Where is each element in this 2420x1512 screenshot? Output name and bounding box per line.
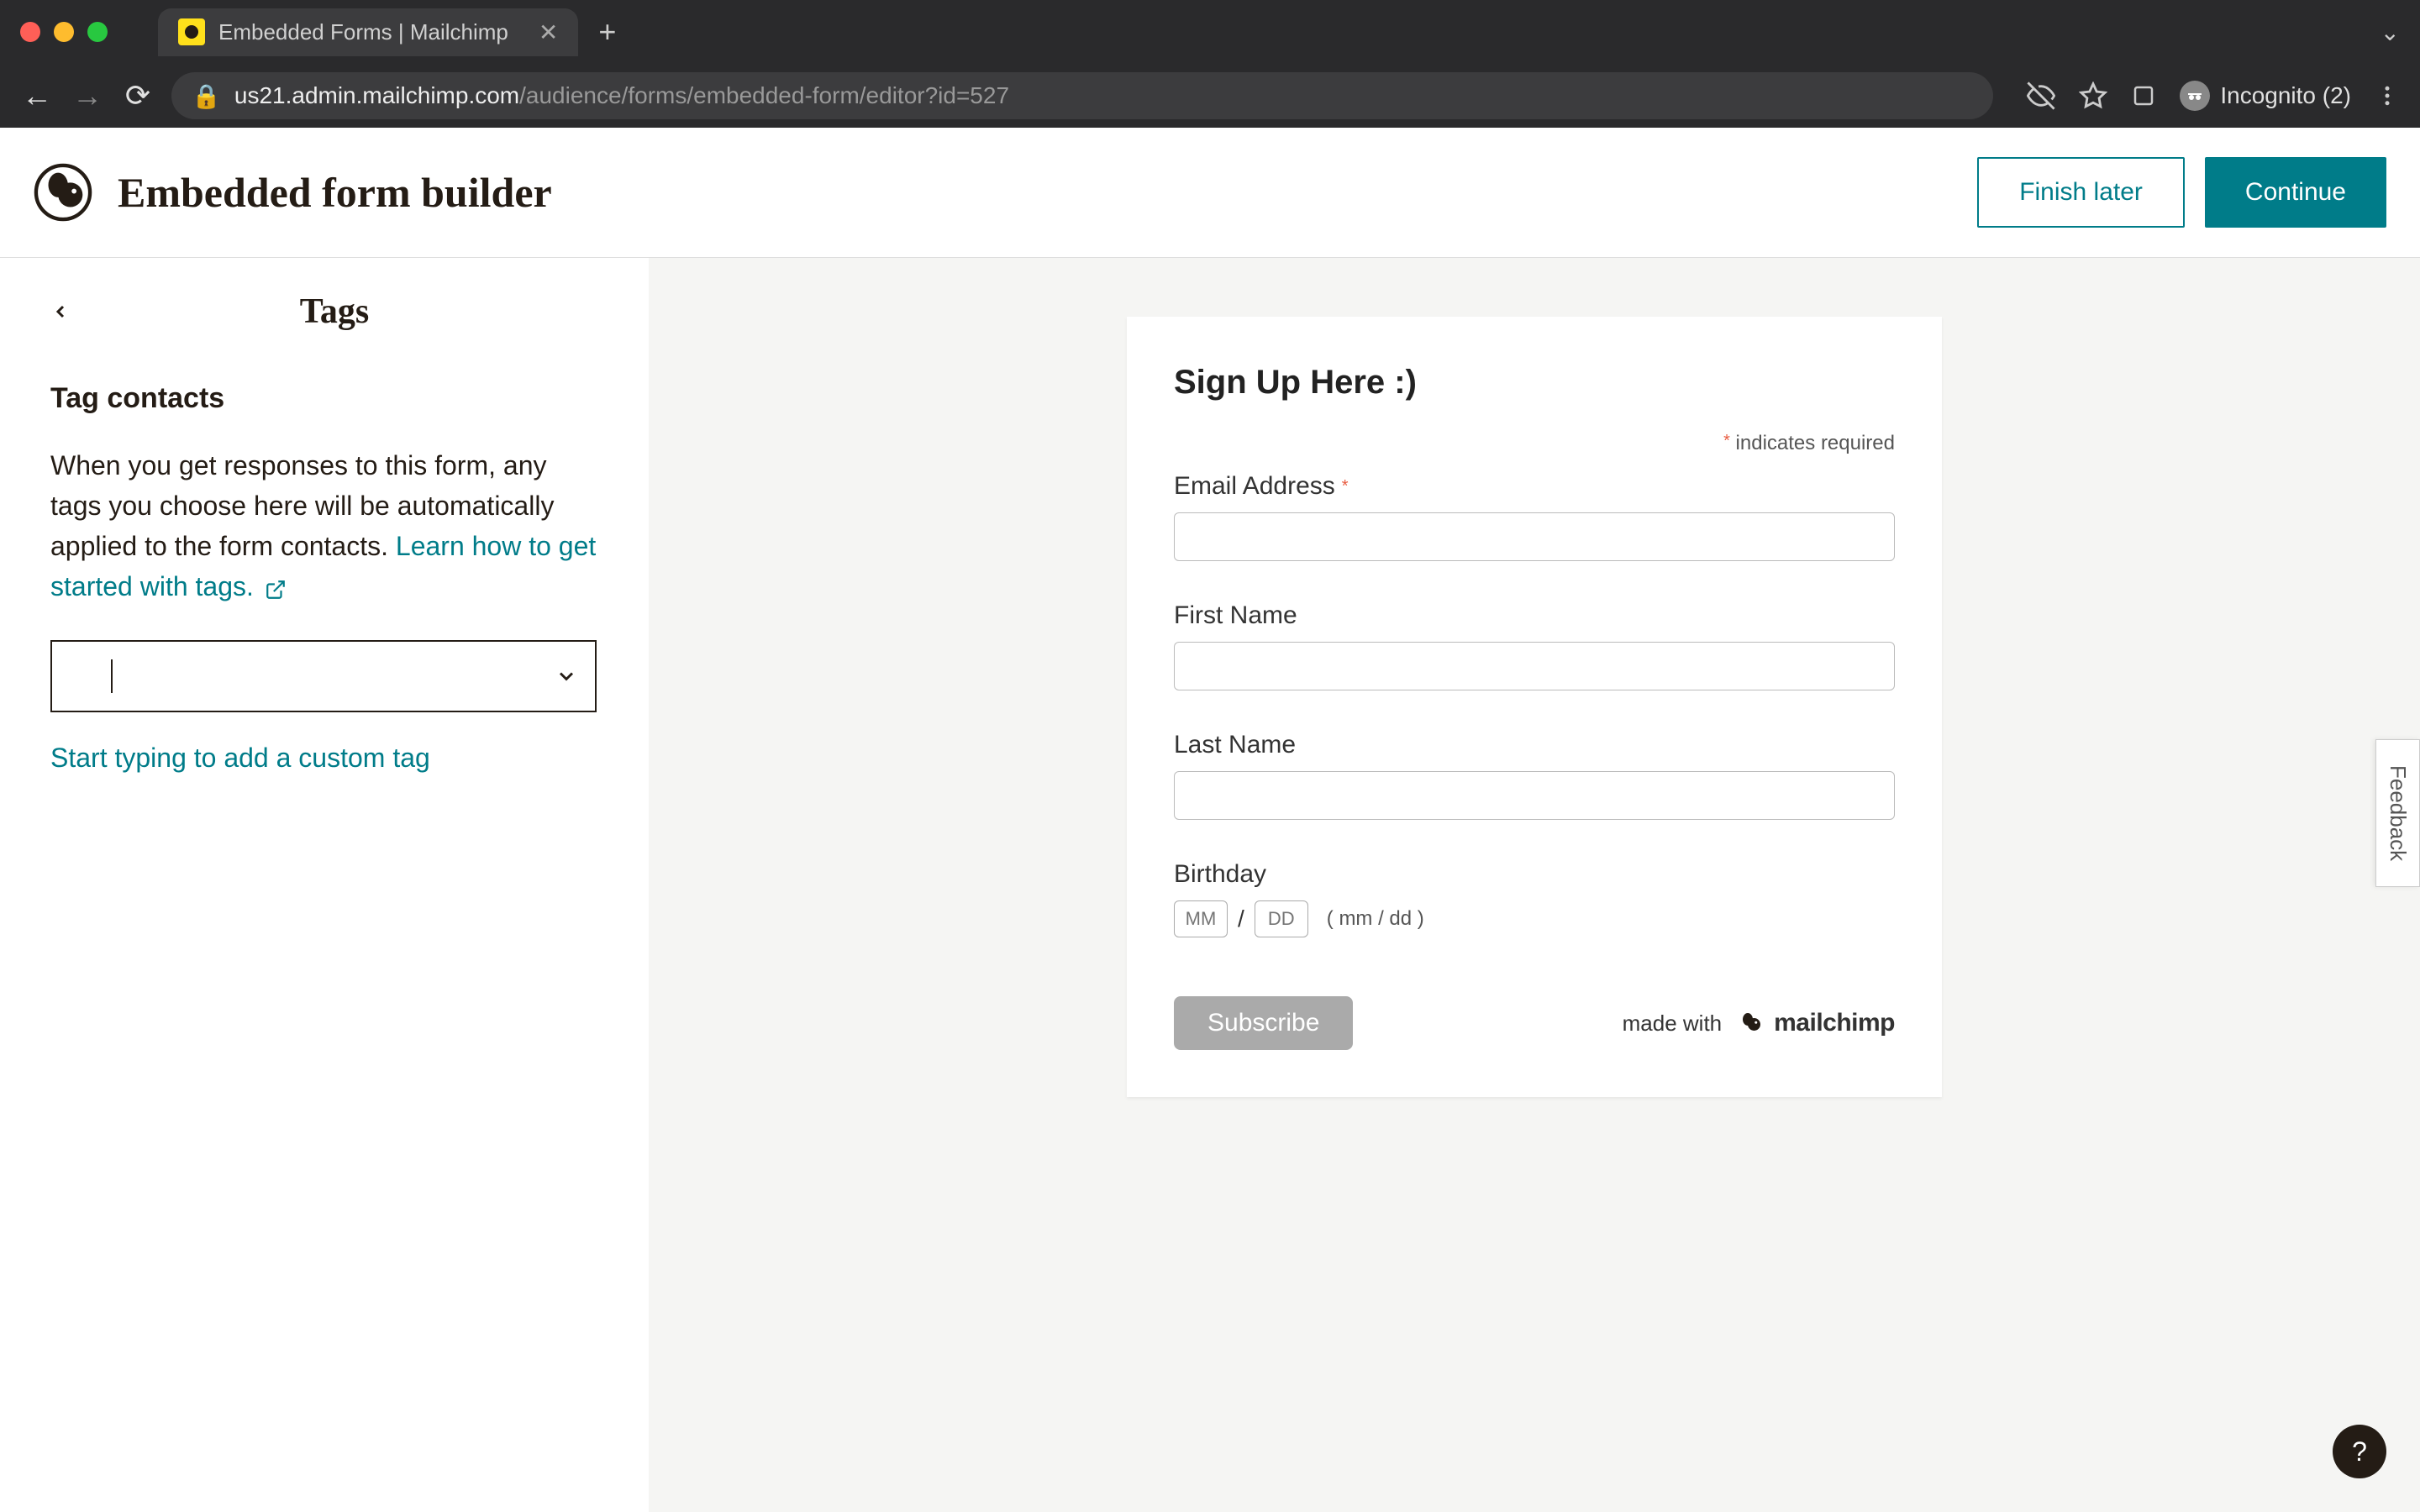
mailchimp-favicon-icon	[178, 18, 205, 45]
help-button[interactable]: ?	[2333, 1425, 2386, 1478]
freddie-icon	[1735, 1008, 1765, 1038]
birthday-month-input[interactable]	[1174, 900, 1228, 937]
first-name-field-group: First Name	[1174, 601, 1895, 690]
url-text: us21.admin.mailchimp.com/audience/forms/…	[234, 82, 1009, 109]
tab-title: Embedded Forms | Mailchimp	[218, 19, 508, 45]
last-name-input[interactable]	[1174, 771, 1895, 820]
tabs-dropdown-icon[interactable]: ⌄	[2381, 18, 2400, 46]
forward-button[interactable]: →	[71, 78, 104, 113]
close-window-button[interactable]	[20, 22, 40, 42]
star-icon[interactable]	[2079, 81, 2107, 110]
first-name-input[interactable]	[1174, 642, 1895, 690]
finish-later-button[interactable]: Finish later	[1977, 157, 2185, 228]
external-link-icon	[265, 575, 287, 601]
settings-sidebar: Tags Tag contacts When you get responses…	[0, 258, 649, 1512]
lock-icon: 🔒	[192, 82, 221, 110]
asterisk-icon: *	[1342, 477, 1349, 496]
form-title: Sign Up Here :)	[1174, 364, 1895, 402]
sidebar-header: Tags	[50, 291, 598, 332]
made-with-text: made with	[1623, 1011, 1723, 1037]
header-actions: Finish later Continue	[1977, 157, 2386, 228]
back-chevron-icon[interactable]	[50, 297, 71, 327]
email-label: Email Address *	[1174, 472, 1895, 501]
last-name-field-group: Last Name	[1174, 731, 1895, 820]
incognito-indicator[interactable]: Incognito (2)	[2180, 81, 2351, 111]
app-header: Embedded form builder Finish later Conti…	[0, 128, 2420, 258]
address-bar[interactable]: 🔒 us21.admin.mailchimp.com/audience/form…	[171, 72, 1993, 119]
email-input[interactable]	[1174, 512, 1895, 561]
last-name-label: Last Name	[1174, 731, 1895, 759]
mailchimp-wordmark: mailchimp	[1735, 1008, 1895, 1038]
section-description: When you get responses to this form, any…	[50, 445, 598, 606]
close-tab-icon[interactable]: ✕	[539, 18, 558, 46]
back-button[interactable]: ←	[20, 78, 54, 113]
incognito-icon	[2180, 81, 2210, 111]
browser-chrome: Embedded Forms | Mailchimp ✕ + ⌄ ← → ⟳ 🔒…	[0, 0, 2420, 128]
section-heading: Tag contacts	[50, 382, 598, 415]
required-indicator-note: * indicates required	[1174, 432, 1895, 455]
email-field-group: Email Address *	[1174, 472, 1895, 561]
extensions-icon[interactable]	[2131, 83, 2156, 108]
made-with-badge[interactable]: made with mailchimp	[1623, 1008, 1895, 1038]
date-separator: /	[1238, 906, 1244, 932]
reload-button[interactable]: ⟳	[121, 78, 155, 113]
address-bar-row: ← → ⟳ 🔒 us21.admin.mailchimp.com/audienc…	[0, 64, 2420, 128]
kebab-menu-icon[interactable]	[2375, 83, 2400, 108]
birthday-day-input[interactable]	[1255, 900, 1308, 937]
subscribe-button[interactable]: Subscribe	[1174, 996, 1353, 1050]
form-footer: Subscribe made with mailchimp	[1174, 996, 1895, 1050]
main-content: Tags Tag contacts When you get responses…	[0, 258, 2420, 1512]
birthday-inputs: / ( mm / dd )	[1174, 900, 1895, 937]
birthday-label: Birthday	[1174, 860, 1895, 889]
new-tab-button[interactable]: +	[598, 14, 616, 50]
incognito-label: Incognito (2)	[2220, 82, 2351, 109]
tab-bar: Embedded Forms | Mailchimp ✕ + ⌄	[0, 0, 2420, 64]
asterisk-icon: *	[1723, 432, 1730, 450]
mailchimp-logo-icon[interactable]	[34, 163, 92, 222]
feedback-tab[interactable]: Feedback	[2375, 739, 2420, 887]
birthday-format-hint: ( mm / dd )	[1327, 907, 1424, 931]
browser-tab[interactable]: Embedded Forms | Mailchimp ✕	[158, 8, 578, 56]
form-preview-panel: Sign Up Here :) * indicates required Ema…	[649, 258, 2420, 1512]
tag-select-combobox[interactable]	[50, 640, 597, 712]
first-name-label: First Name	[1174, 601, 1895, 630]
birthday-field-group: Birthday / ( mm / dd )	[1174, 860, 1895, 937]
minimize-window-button[interactable]	[54, 22, 74, 42]
sidebar-title: Tags	[300, 291, 370, 332]
continue-button[interactable]: Continue	[2205, 157, 2386, 228]
embedded-form-card: Sign Up Here :) * indicates required Ema…	[1127, 317, 1942, 1097]
text-cursor-icon	[111, 659, 113, 693]
chrome-action-icons: Incognito (2)	[2027, 81, 2400, 111]
eye-off-icon[interactable]	[2027, 81, 2055, 110]
tag-hint-text: Start typing to add a custom tag	[50, 743, 598, 774]
window-controls	[20, 22, 108, 42]
page-title: Embedded form builder	[118, 168, 552, 217]
chevron-down-icon	[555, 664, 578, 688]
maximize-window-button[interactable]	[87, 22, 108, 42]
